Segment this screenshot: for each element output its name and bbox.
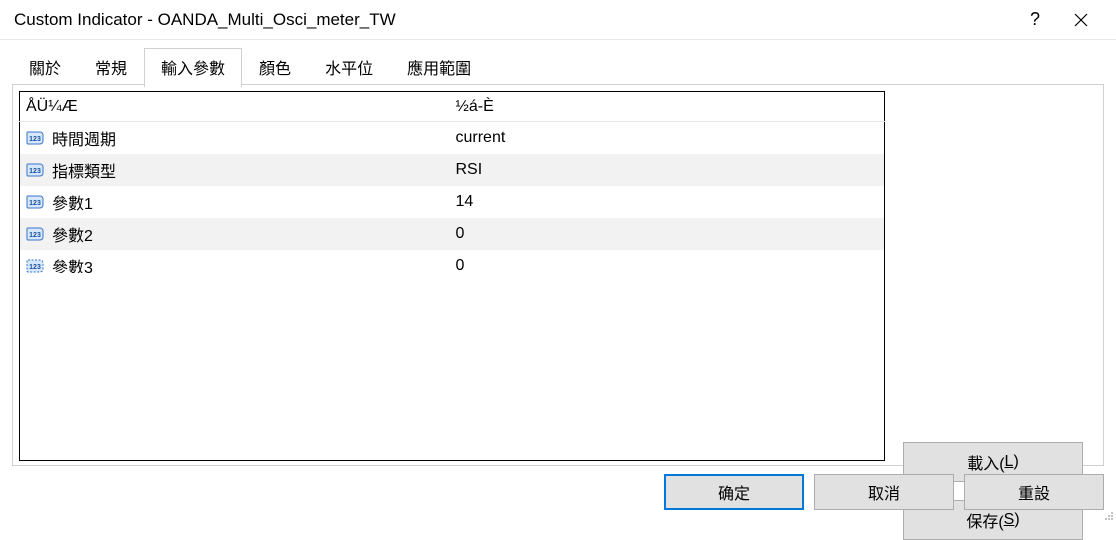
- close-icon: [1074, 13, 1088, 27]
- tab-strip: 關於 常規 輸入參數 顏色 水平位 應用範圍: [12, 48, 1104, 86]
- param-value[interactable]: RSI: [450, 154, 885, 186]
- table-row[interactable]: 123 時間週期 current: [20, 122, 885, 155]
- param-name: 參數2: [52, 222, 93, 246]
- cancel-button[interactable]: 取消: [814, 474, 954, 510]
- dialog-buttons: 确定 取消 重設: [664, 474, 1104, 510]
- svg-text:123: 123: [29, 232, 41, 239]
- param-name: 時間週期: [52, 126, 116, 150]
- close-button[interactable]: [1058, 4, 1104, 36]
- param-value[interactable]: 0: [450, 218, 885, 250]
- svg-text:123: 123: [29, 264, 41, 271]
- table-row[interactable]: 123 指標類型 RSI: [20, 154, 885, 186]
- number-icon: 123: [26, 129, 46, 147]
- number-icon: 123: [26, 193, 46, 211]
- dialog-content: 關於 常規 輸入參數 顏色 水平位 應用範圍 ÅÜ¼Æ ½á-È: [0, 40, 1116, 522]
- window-titlebar: Custom Indicator - OANDA_Multi_Osci_mete…: [0, 0, 1116, 40]
- help-button[interactable]: ?: [1012, 4, 1058, 36]
- table-row[interactable]: 123 參數1 14: [20, 186, 885, 218]
- tab-about[interactable]: 關於: [12, 48, 78, 86]
- column-header-name[interactable]: ÅÜ¼Æ: [20, 92, 450, 122]
- window-title: Custom Indicator - OANDA_Multi_Osci_mete…: [14, 10, 1012, 30]
- tab-panel-inputs: ÅÜ¼Æ ½á-È 123 時間週期 current: [12, 84, 1104, 466]
- tab-general[interactable]: 常規: [78, 48, 144, 86]
- table-empty-area: [19, 273, 885, 461]
- tab-inputs[interactable]: 輸入參數: [144, 48, 242, 87]
- parameters-table: ÅÜ¼Æ ½á-È 123 時間週期 current: [19, 91, 885, 283]
- resize-grip-icon[interactable]: [1102, 508, 1114, 520]
- column-header-value[interactable]: ½á-È: [450, 92, 885, 122]
- tab-levels[interactable]: 水平位: [308, 48, 390, 86]
- reset-button[interactable]: 重設: [964, 474, 1104, 510]
- table-row[interactable]: 123 參數2 0: [20, 218, 885, 250]
- number-icon: 123: [26, 225, 46, 243]
- number-icon: 123: [26, 161, 46, 179]
- svg-text:123: 123: [29, 136, 41, 143]
- param-value[interactable]: current: [450, 122, 885, 155]
- svg-text:123: 123: [29, 200, 41, 207]
- tab-scope[interactable]: 應用範圍: [390, 48, 488, 86]
- param-value[interactable]: 14: [450, 186, 885, 218]
- tab-colors[interactable]: 顏色: [242, 48, 308, 86]
- param-name: 指標類型: [52, 158, 116, 182]
- param-name: 參數1: [52, 190, 93, 214]
- ok-button[interactable]: 确定: [664, 474, 804, 510]
- svg-text:123: 123: [29, 168, 41, 175]
